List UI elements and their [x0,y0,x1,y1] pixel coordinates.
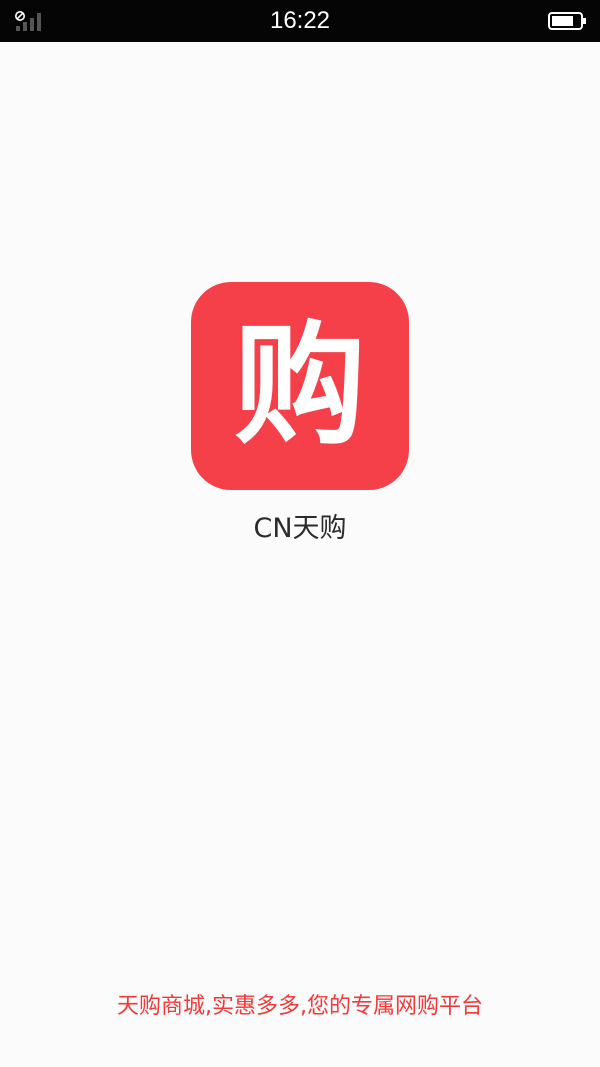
splash-screen: 购 CN天购 天购商城,实惠多多,您的专属网购平台 [0,42,600,1067]
battery-icon [548,12,586,30]
app-name: CN天购 [253,513,347,544]
status-bar: 16:22 [0,0,600,42]
slogan-text: 天购商城,实惠多多,您的专属网购平台 [117,994,483,1019]
status-time: 16:22 [269,7,331,34]
app-logo-glyph: 购 [234,308,366,463]
app-logo-icon: 购 [191,282,409,490]
